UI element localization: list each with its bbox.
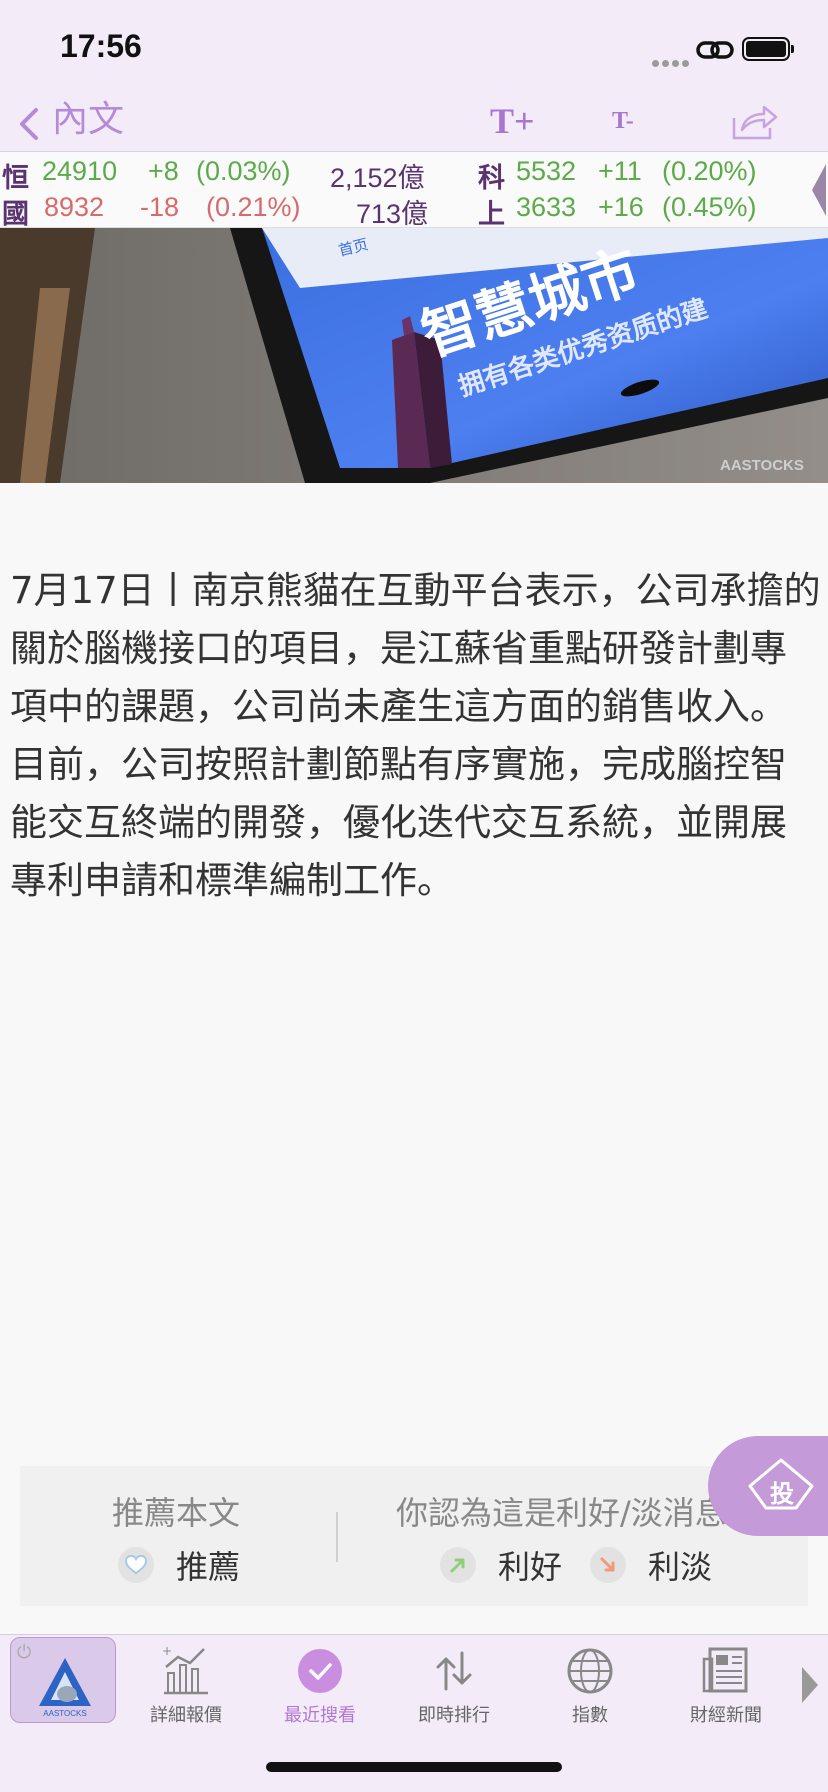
share-icon[interactable] [730, 102, 778, 142]
ticker-percent: (0.20%) [662, 156, 757, 186]
good-news-button[interactable]: 利好 [440, 1542, 562, 1588]
back-chevron-icon[interactable] [16, 104, 40, 144]
home-indicator [266, 1762, 562, 1772]
article-hero-image: 首页 智慧城市 拥有各类优秀资质的建 AASTOCKS [0, 228, 828, 483]
tab-financial-news[interactable]: 財經新聞 [666, 1645, 786, 1729]
bad-news-label: 利淡 [648, 1548, 713, 1586]
ticker-percent: (0.21%) [206, 192, 301, 222]
ticker-value: 5532 [516, 156, 577, 186]
link-icon [696, 41, 734, 59]
ticker-name: 科 [478, 163, 505, 193]
ticker-change: +11 [598, 156, 642, 186]
ticker-change: +8 [148, 156, 179, 186]
sentiment-title: 你認為這是利好/淡消息 [396, 1494, 727, 1532]
tab-live-ranking[interactable]: 即時排行 [394, 1645, 514, 1729]
ticker-turnover: 2,152億 [330, 163, 425, 193]
ticker-expand-arrow-icon[interactable] [808, 160, 828, 220]
heart-icon [118, 1547, 154, 1583]
tab-index[interactable]: 指數 [530, 1645, 650, 1729]
ticker-value: 24910 [42, 156, 118, 186]
ticker-change: -18 [140, 192, 180, 222]
divider [336, 1512, 338, 1562]
font-decrease-button[interactable]: T- [612, 108, 634, 135]
tab-label: 最近搜看 [284, 1705, 356, 1726]
recommend-label: 推薦 [176, 1548, 241, 1586]
chart-icon: + [162, 1645, 208, 1695]
aastocks-logo: AASTOCKS [39, 1658, 91, 1718]
invest-fab-button[interactable]: 投 [708, 1436, 828, 1536]
svg-text:+: + [162, 1645, 172, 1658]
home-tab[interactable]: ⏻ AASTOCKS [10, 1637, 116, 1723]
tab-label: 指數 [572, 1705, 608, 1726]
ticker-value: 3633 [516, 192, 577, 222]
arrow-up-icon [440, 1547, 476, 1583]
tabs-more-arrow-icon[interactable] [800, 1665, 820, 1705]
tab-detailed-quote[interactable]: + 詳細報價 [126, 1645, 246, 1729]
status-time: 17:56 [60, 28, 142, 64]
recommend-button[interactable]: 推薦 [118, 1542, 240, 1588]
ticker-name: 國 [2, 199, 29, 229]
aastocks-watermark: AASTOCKS [720, 457, 804, 474]
arrow-down-icon [590, 1547, 626, 1583]
ticker-percent: (0.03%) [196, 156, 291, 186]
tab-label: 財經新聞 [690, 1705, 762, 1726]
status-bar: 17:56 [0, 0, 828, 96]
market-ticker[interactable]: 恒 24910 +8 (0.03%) 2,152億 科 5532 +11 (0.… [0, 152, 828, 229]
signal-icon [652, 52, 692, 71]
sentiment-panel: 推薦本文 推薦 你認為這是利好/淡消息 利好 利淡 [20, 1466, 808, 1606]
globe-icon [567, 1648, 613, 1694]
font-increase-button[interactable]: T+ [490, 100, 535, 142]
battery-icon [742, 37, 790, 61]
nav-bar: 內文 T+ T- [0, 96, 828, 152]
ticker-name: 上 [478, 199, 505, 229]
invest-label: 投 [770, 1480, 794, 1508]
tab-label: 即時排行 [418, 1705, 490, 1726]
good-news-label: 利好 [498, 1548, 563, 1586]
svg-text:AASTOCKS: AASTOCKS [43, 1709, 86, 1718]
recommend-title: 推薦本文 [112, 1494, 241, 1532]
checkmark-icon [298, 1649, 342, 1693]
bad-news-button[interactable]: 利淡 [590, 1542, 712, 1588]
article-body: 7月17日丨南京熊貓在互動平台表示，公司承擔的關於腦機接口的項目，是江蘇省重點研… [10, 569, 821, 902]
ticker-turnover: 713億 [356, 199, 429, 229]
sort-arrows-icon [436, 1651, 472, 1691]
tab-label: 詳細報價 [150, 1705, 222, 1726]
page-title[interactable]: 內文 [52, 96, 124, 144]
ticker-name: 恒 [2, 163, 29, 193]
newspaper-icon [702, 1647, 748, 1693]
power-icon: ⏻ [17, 1642, 32, 1663]
ticker-percent: (0.45%) [662, 192, 757, 222]
ticker-value: 8932 [44, 192, 105, 222]
ticker-change: +16 [598, 192, 644, 222]
tab-recently-viewed[interactable]: 最近搜看 [260, 1645, 380, 1729]
